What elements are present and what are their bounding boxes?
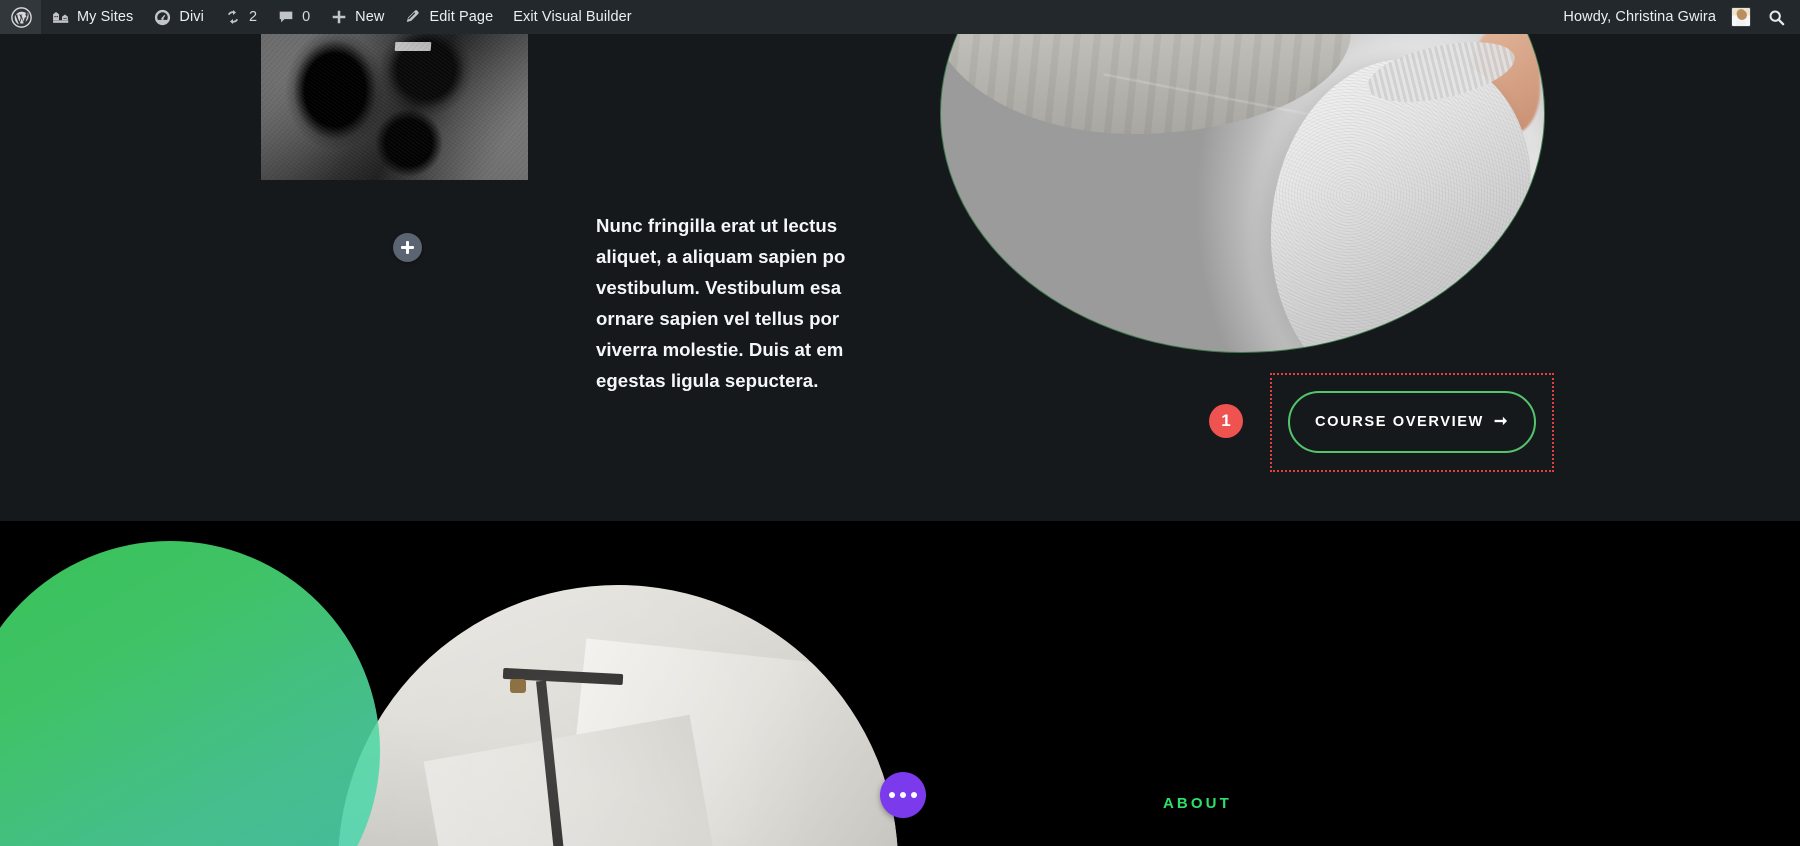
wp-admin-bar: My Sites Divi 2 0 New Edit Page Exit Vis…	[0, 0, 1800, 34]
wordpress-logo-icon	[11, 6, 32, 28]
module-options-button[interactable]	[880, 772, 926, 818]
headphones-laptop-image	[261, 34, 528, 180]
updates-count: 2	[248, 9, 258, 25]
ellipsis-icon-dot-1	[889, 792, 895, 798]
update-arrows-icon	[224, 8, 242, 26]
dashboard-icon	[153, 8, 172, 27]
ellipsis-icon-dot-2	[900, 792, 906, 798]
admin-bar-my-account[interactable]: Howdy, Christina Gwira	[1553, 0, 1757, 34]
module-selection-badge[interactable]: 1	[1209, 404, 1243, 438]
hero-paragraph: Nunc fringilla erat ut lectus aliquet, a…	[596, 215, 846, 391]
admin-bar-search[interactable]	[1757, 0, 1800, 34]
photo-shading	[338, 585, 898, 846]
hero-section: Nunc fringilla erat ut lectus aliquet, a…	[0, 34, 1800, 521]
admin-bar-label-my-sites: My Sites	[77, 9, 134, 25]
comments-count: 0	[302, 9, 311, 25]
admin-bar-right-group: Howdy, Christina Gwira	[1553, 0, 1800, 34]
admin-bar-item-my-sites[interactable]: My Sites	[41, 0, 143, 34]
admin-bar-label-exit-visual-builder: Exit Visual Builder	[513, 9, 632, 25]
admin-bar-item-exit-visual-builder[interactable]: Exit Visual Builder	[503, 0, 642, 34]
course-overview-label: COURSE OVERVIEW	[1315, 414, 1484, 430]
plus-icon	[330, 8, 348, 26]
search-icon	[1767, 8, 1786, 27]
couch-folds	[941, 34, 1351, 134]
admin-bar-item-edit-page[interactable]: Edit Page	[394, 0, 503, 34]
admin-bar-item-comments[interactable]: 0	[267, 0, 320, 34]
course-overview-button[interactable]: COURSE OVERVIEW ➞	[1288, 391, 1536, 453]
green-gradient-circle	[0, 541, 380, 846]
buildings-icon	[51, 8, 70, 27]
desk-lamp-circle-image	[338, 585, 898, 846]
sweater-texture	[1271, 59, 1531, 352]
comment-bubble-icon	[277, 8, 295, 26]
admin-bar-label-divi: Divi	[179, 9, 204, 25]
admin-bar-item-new[interactable]: New	[320, 0, 394, 34]
wp-logo-menu[interactable]	[0, 0, 41, 34]
plus-icon-horizontal	[401, 246, 414, 249]
admin-bar-item-divi[interactable]: Divi	[143, 0, 214, 34]
person-circle-image	[940, 34, 1545, 353]
visual-builder-page: My Sites Divi 2 0 New Edit Page Exit Vis…	[0, 0, 1800, 846]
avatar	[1731, 7, 1751, 27]
admin-bar-label-edit-page: Edit Page	[429, 9, 494, 25]
add-module-button[interactable]	[393, 233, 422, 262]
howdy-text: Howdy, Christina Gwira	[1563, 9, 1716, 25]
about-heading: ABOUT	[1163, 795, 1232, 812]
pencil-icon	[404, 8, 422, 26]
admin-bar-label-new: New	[355, 9, 385, 25]
photo-vignette	[261, 34, 528, 180]
arrow-right-icon: ➞	[1493, 413, 1509, 430]
admin-bar-item-updates[interactable]: 2	[214, 0, 267, 34]
admin-bar-left-group: My Sites Divi 2 0 New Edit Page Exit Vis…	[0, 0, 642, 34]
ellipsis-icon-dot-3	[911, 792, 917, 798]
